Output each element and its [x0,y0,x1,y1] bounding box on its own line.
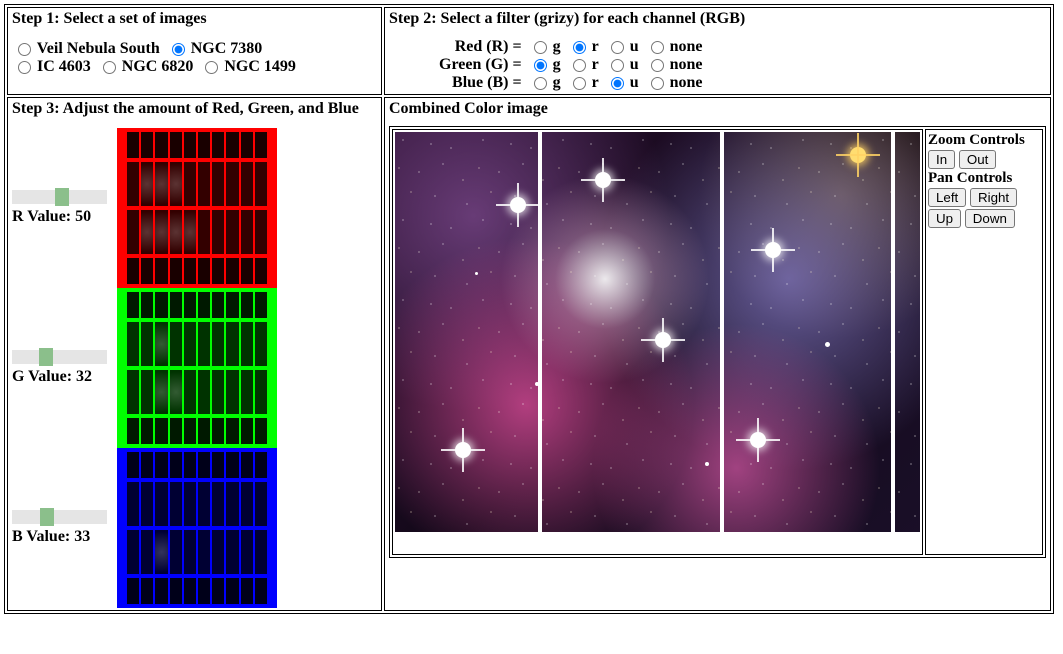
step2-cell: Step 2: Select a filter (grizy) for each… [384,7,1051,95]
combined-image[interactable] [395,132,920,552]
radio-ngc-6820[interactable] [103,61,116,74]
b-slider-thumb[interactable] [40,508,54,526]
r-value-label: R Value: 50 [12,208,91,225]
pan-down-button[interactable]: Down [965,209,1015,228]
opt-blue-r: r [592,74,599,91]
red-channel-image [117,128,277,288]
opt-red-none: none [670,38,703,55]
opt-red-u: u [630,38,639,55]
g-value-label: G Value: 32 [12,368,92,385]
radio-red-g[interactable] [534,41,547,54]
b-slider[interactable] [12,510,107,524]
label-ngc-6820: NGC 6820 [122,58,194,75]
radio-red-r[interactable] [573,41,586,54]
filter-table: Red (R) = g r u none Green (G) = g r u n… [389,38,706,92]
green-channel-image [117,288,277,448]
step3-title: Step 3: Adjust the amount of Red, Green,… [12,100,377,118]
opt-blue-u: u [630,74,639,91]
radio-blue-g[interactable] [534,77,547,90]
blue-channel-image [117,448,277,608]
r-slider-thumb[interactable] [55,188,69,206]
zoom-title: Zoom Controls [928,132,1040,149]
radio-red-u[interactable] [611,41,624,54]
radio-green-u[interactable] [611,59,624,72]
g-slider[interactable] [12,350,107,364]
radio-red-none[interactable] [651,41,664,54]
step1-cell: Step 1: Select a set of images Veil Nebu… [7,7,382,95]
combined-cell: Combined Color image [384,97,1051,611]
green-label: Green (G) = [389,56,525,74]
step1-title: Step 1: Select a set of images [12,10,377,28]
label-ic-4603: IC 4603 [37,58,91,75]
g-slider-thumb[interactable] [39,348,53,366]
combined-title: Combined Color image [389,100,1046,118]
opt-blue-none: none [670,74,703,91]
controls-cell: Zoom Controls In Out Pan Controls Left R… [925,129,1043,555]
radio-green-g[interactable] [534,59,547,72]
step2-title: Step 2: Select a filter (grizy) for each… [389,10,1046,28]
opt-red-r: r [592,38,599,55]
r-slider[interactable] [12,190,107,204]
red-label: Red (R) = [389,38,525,56]
opt-red-g: g [553,38,561,55]
combined-table: Zoom Controls In Out Pan Controls Left R… [389,126,1046,558]
radio-ngc-7380[interactable] [172,43,185,56]
radio-blue-r[interactable] [573,77,586,90]
radio-blue-none[interactable] [651,77,664,90]
opt-green-g: g [553,56,561,73]
opt-green-none: none [670,56,703,73]
zoom-out-button[interactable]: Out [959,150,996,169]
label-veil-nebula-south: Veil Nebula South [37,40,160,57]
opt-blue-g: g [553,74,561,91]
radio-green-r[interactable] [573,59,586,72]
zoom-in-button[interactable]: In [928,150,955,169]
pan-right-button[interactable]: Right [970,188,1017,207]
radio-ic-4603[interactable] [18,61,31,74]
b-value-label: B Value: 33 [12,528,90,545]
opt-green-r: r [592,56,599,73]
radio-veil-nebula-south[interactable] [18,43,31,56]
pan-up-button[interactable]: Up [928,209,961,228]
rgb-table: R Value: 50 [12,128,277,608]
blue-label: Blue (B) = [389,74,525,92]
step1-options: Veil Nebula South NGC 7380 IC 4603 NGC 6… [12,40,377,76]
step3-cell: Step 3: Adjust the amount of Red, Green,… [7,97,382,611]
pan-title: Pan Controls [928,170,1040,187]
label-ngc-1499: NGC 1499 [224,58,296,75]
layout-table: Step 1: Select a set of images Veil Nebu… [4,4,1054,614]
label-ngc-7380: NGC 7380 [191,40,263,57]
radio-ngc-1499[interactable] [205,61,218,74]
radio-green-none[interactable] [651,59,664,72]
opt-green-u: u [630,56,639,73]
radio-blue-u[interactable] [611,77,624,90]
pan-left-button[interactable]: Left [928,188,966,207]
